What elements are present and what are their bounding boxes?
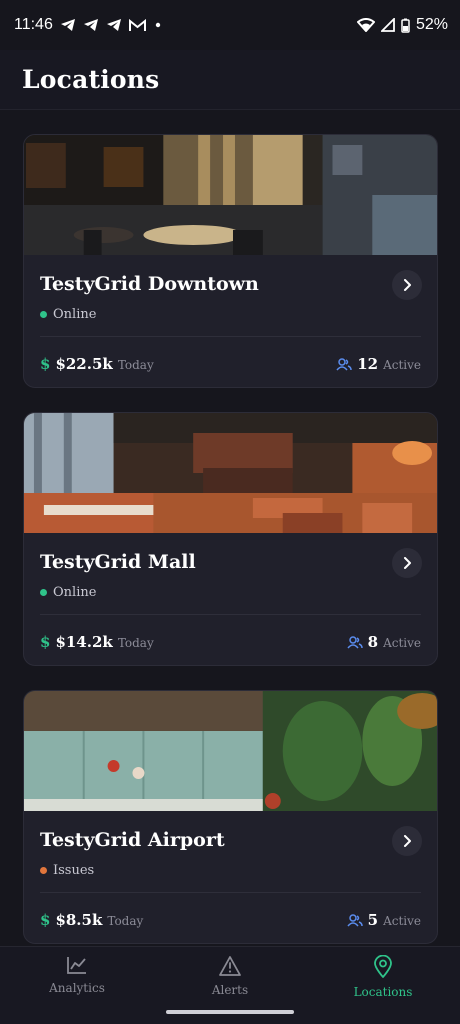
page-title: Locations [22, 65, 160, 94]
revenue-metric: $ $22.5k Today [40, 355, 154, 373]
dollar-icon: $ [40, 633, 51, 651]
users-icon [347, 635, 363, 649]
location-photo [24, 413, 437, 533]
status-bar: 11:46 52% [0, 0, 460, 50]
location-card[interactable]: TestyGrid Downtown Online $ $22.5k Today… [23, 134, 438, 388]
map-pin-icon [374, 955, 392, 978]
chevron-right-icon [404, 279, 411, 291]
users-icon [347, 913, 363, 927]
status-label: Online [53, 307, 97, 322]
active-users-metric: 12 Active [336, 355, 421, 373]
signal-icon [380, 18, 395, 32]
location-card[interactable]: TestyGrid Airport Issues $ $8.5k Today 5… [23, 690, 438, 944]
open-location-button[interactable] [392, 270, 422, 300]
divider [40, 336, 421, 337]
divider [40, 614, 421, 615]
home-indicator[interactable] [166, 1010, 294, 1014]
location-name: TestyGrid Downtown [40, 273, 259, 295]
location-metrics: $ $8.5k Today 5 Active [40, 911, 421, 929]
active-count: 8 [367, 633, 379, 651]
alert-triangle-icon [219, 956, 241, 976]
location-metrics: $ $14.2k Today 8 Active [40, 633, 421, 651]
users-icon [336, 357, 352, 371]
revenue-period: Today [107, 914, 144, 928]
active-count: 5 [367, 911, 379, 929]
location-photo [24, 135, 437, 255]
active-users-metric: 8 Active [347, 633, 421, 651]
dollar-icon: $ [40, 911, 51, 929]
telegram-icon [83, 19, 98, 31]
location-metrics: $ $22.5k Today 12 Active [40, 355, 421, 373]
app-header: Locations [0, 50, 460, 110]
location-status: Online [40, 307, 96, 322]
revenue-value: $14.2k [55, 633, 113, 651]
active-count: 12 [357, 355, 379, 373]
revenue-value: $8.5k [55, 911, 103, 929]
active-label: Active [383, 636, 421, 650]
revenue-period: Today [117, 358, 154, 372]
dollar-icon: $ [40, 355, 51, 373]
tab-locations[interactable]: Locations [328, 955, 438, 999]
active-users-metric: 5 Active [347, 911, 421, 929]
open-location-button[interactable] [392, 826, 422, 856]
location-status: Issues [40, 863, 94, 878]
telegram-icon [106, 19, 121, 31]
tab-label: Analytics [49, 981, 105, 995]
revenue-period: Today [117, 636, 154, 650]
battery-icon [401, 18, 410, 33]
battery-level: 52% [415, 16, 448, 33]
location-name: TestyGrid Airport [40, 829, 225, 851]
tab-label: Locations [353, 985, 413, 999]
location-status: Online [40, 585, 96, 600]
location-name: TestyGrid Mall [40, 551, 196, 573]
location-photo [24, 691, 437, 811]
tab-alerts[interactable]: Alerts [175, 955, 285, 997]
telegram-icon [60, 19, 75, 31]
wifi-icon [356, 18, 375, 32]
status-dot [40, 589, 47, 596]
location-card[interactable]: TestyGrid Mall Online $ $14.2k Today 8 A… [23, 412, 438, 666]
chart-line-icon [67, 957, 86, 974]
divider [40, 892, 421, 893]
active-label: Active [383, 914, 421, 928]
chevron-right-icon [404, 557, 411, 569]
tab-label: Alerts [211, 983, 249, 997]
status-dot [40, 867, 47, 874]
status-label: Issues [53, 863, 95, 878]
active-label: Active [383, 358, 421, 372]
clock: 11:46 [14, 16, 53, 33]
revenue-value: $22.5k [55, 355, 113, 373]
revenue-metric: $ $14.2k Today [40, 633, 154, 651]
tab-analytics[interactable]: Analytics [22, 955, 132, 995]
dot-icon [155, 22, 161, 28]
chevron-right-icon [404, 835, 411, 847]
open-location-button[interactable] [392, 548, 422, 578]
revenue-metric: $ $8.5k Today [40, 911, 143, 929]
status-label: Online [53, 585, 97, 600]
locations-list: TestyGrid Downtown Online $ $22.5k Today… [23, 134, 438, 968]
gmail-icon [128, 18, 146, 31]
status-dot [40, 311, 47, 318]
